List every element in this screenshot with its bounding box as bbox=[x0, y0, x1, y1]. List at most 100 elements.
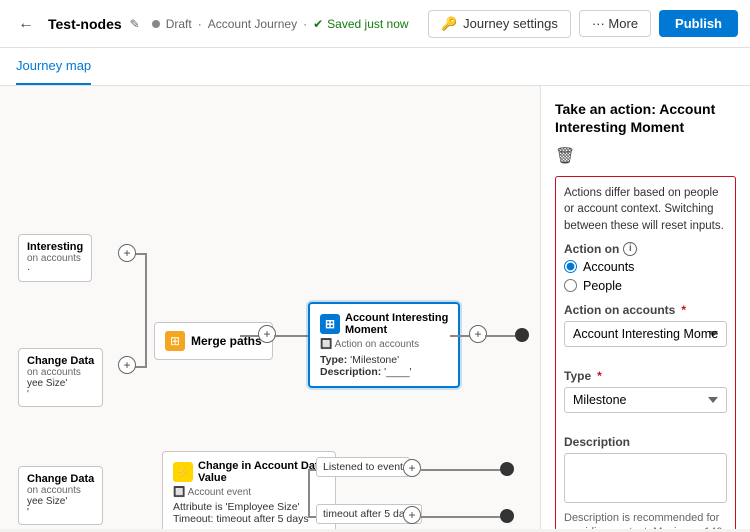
aim-icon-row: ⊞ Account Interesting Moment bbox=[320, 312, 448, 336]
type-required-star: * bbox=[597, 369, 602, 383]
breadcrumb-journey[interactable]: Account Journey bbox=[208, 17, 297, 31]
change-data-2-attr2: ' bbox=[27, 507, 94, 518]
breadcrumb: Draft · Account Journey · ✔ Saved just n… bbox=[152, 17, 409, 31]
settings-key-icon: 🔑 bbox=[441, 16, 457, 32]
type-section: Type * Milestone bbox=[564, 369, 727, 425]
aim-type: Type: 'Milestone' bbox=[320, 354, 448, 366]
action-on-label: Action on i bbox=[564, 242, 727, 256]
change-event-icon-row: ⚡ Change in Account Data Value bbox=[173, 460, 325, 484]
interesting-node: Interesting on accounts · bbox=[18, 234, 92, 282]
change-data-1-title: Change Data bbox=[27, 355, 94, 367]
warning-text: Actions differ based on people or accoun… bbox=[564, 185, 727, 233]
change-event-title2: Value bbox=[198, 472, 325, 484]
warning-box: Actions differ based on people or accoun… bbox=[555, 176, 736, 529]
info-icon[interactable]: i bbox=[623, 242, 637, 256]
plus-btn-top[interactable]: + bbox=[118, 244, 136, 262]
change-data-1-attr: yee Size' bbox=[27, 378, 94, 389]
change-timeout: Timeout: timeout after 5 days bbox=[173, 513, 325, 525]
action-on-accounts-section: Action on accounts * Account Interesting… bbox=[564, 303, 727, 359]
line-to-end bbox=[485, 335, 515, 337]
action-on-accounts-select[interactable]: Account Interesting Moment bbox=[564, 321, 727, 347]
edit-icon[interactable]: ✎ bbox=[130, 17, 140, 31]
line-timeout-end bbox=[420, 516, 500, 518]
settings-label: Journey settings bbox=[463, 16, 558, 31]
accounts-label: Accounts bbox=[583, 260, 634, 274]
plus-btn-listened[interactable]: + bbox=[403, 459, 421, 477]
change-event-sub: 🔲 Account event bbox=[173, 487, 325, 498]
app-title: Test-nodes bbox=[48, 16, 122, 32]
merge-icon: ⊞ bbox=[165, 331, 185, 351]
plus-btn-timeout[interactable]: + bbox=[403, 506, 421, 524]
required-star: * bbox=[681, 303, 686, 317]
line-merge-aim bbox=[274, 335, 310, 337]
change-event-title-block: Change in Account Data Value bbox=[198, 460, 325, 484]
delete-button[interactable]: 🗑 bbox=[555, 146, 575, 166]
end-dot-listened bbox=[500, 462, 514, 476]
topbar-right: 🔑 Journey settings ··· More Publish bbox=[428, 10, 738, 38]
main-area: Interesting on accounts · Change Data on… bbox=[0, 86, 750, 529]
saved-indicator: ✔ Saved just now bbox=[313, 17, 408, 31]
aim-desc: Description: '____' bbox=[320, 366, 448, 378]
aim-node[interactable]: ⊞ Account Interesting Moment 🔲 Action on… bbox=[308, 302, 460, 388]
listened-label: Listened to event bbox=[316, 457, 410, 477]
change-event-title: Change in Account Data bbox=[198, 460, 325, 472]
end-dot-timeout bbox=[500, 509, 514, 523]
separator2: · bbox=[303, 17, 307, 31]
merge-paths-node[interactable]: ⊞ Merge paths bbox=[154, 322, 273, 360]
aim-title: Account Interesting bbox=[345, 312, 448, 324]
line-split-vert bbox=[308, 469, 310, 518]
status-dot bbox=[152, 20, 160, 28]
tab-journey-map[interactable]: Journey map bbox=[16, 48, 91, 85]
radio-group: Accounts People bbox=[564, 260, 727, 293]
change-attr: Attribute is 'Employee Size' bbox=[173, 501, 325, 513]
topbar-left: ← Test-nodes ✎ Draft · Account Journey ·… bbox=[12, 10, 428, 38]
change-data-2-title: Change Data bbox=[27, 473, 94, 485]
line-merge-plus bbox=[240, 335, 260, 337]
aim-subtitle: 🔲 Action on accounts bbox=[320, 339, 448, 350]
description-section: Description Description is recommended f… bbox=[564, 435, 727, 529]
line-vert-bottom1 bbox=[145, 335, 147, 368]
type-label: Type * bbox=[564, 369, 727, 383]
change-data-2-node: Change Data on accounts yee Size' ' bbox=[18, 466, 103, 525]
more-button[interactable]: ··· More bbox=[579, 10, 651, 37]
canvas: Interesting on accounts · Change Data on… bbox=[0, 86, 540, 529]
right-panel: Take an action: Account Interesting Mome… bbox=[540, 86, 750, 529]
type-select[interactable]: Milestone bbox=[564, 387, 727, 413]
separator: · bbox=[198, 17, 202, 31]
line-after-aim bbox=[450, 335, 470, 337]
line-listened-end bbox=[420, 469, 500, 471]
people-label: People bbox=[583, 279, 622, 293]
end-dot-1 bbox=[515, 328, 529, 342]
interesting-sub: on accounts bbox=[27, 253, 83, 264]
plus-btn-after-aim[interactable]: + bbox=[469, 325, 487, 343]
line-vert-top bbox=[145, 253, 147, 335]
back-button[interactable]: ← bbox=[12, 10, 40, 38]
aim-icon: ⊞ bbox=[320, 314, 340, 334]
check-icon: ✔ bbox=[313, 17, 323, 31]
description-input[interactable] bbox=[564, 453, 727, 503]
panel-title: Take an action: Account Interesting Mome… bbox=[555, 100, 736, 136]
aim-title-block: Account Interesting Moment bbox=[345, 312, 448, 336]
interesting-attr: · bbox=[27, 264, 83, 275]
change-data-1-attr2: ' bbox=[27, 389, 94, 400]
topbar: ← Test-nodes ✎ Draft · Account Journey ·… bbox=[0, 0, 750, 48]
nav-tabs: Journey map bbox=[0, 48, 750, 86]
publish-button[interactable]: Publish bbox=[659, 10, 738, 37]
radio-accounts-input[interactable] bbox=[564, 260, 577, 273]
interesting-title: Interesting bbox=[27, 241, 83, 253]
description-label: Description bbox=[564, 435, 727, 449]
description-hint: Description is recommended for providing… bbox=[564, 511, 727, 529]
radio-people[interactable]: People bbox=[564, 279, 727, 293]
action-on-accounts-label: Action on accounts * bbox=[564, 303, 727, 317]
change-data-2-attr: yee Size' bbox=[27, 496, 94, 507]
change-data-2-sub: on accounts bbox=[27, 485, 94, 496]
change-data-1-sub: on accounts bbox=[27, 367, 94, 378]
plus-btn-bottom[interactable]: + bbox=[118, 356, 136, 374]
radio-people-input[interactable] bbox=[564, 279, 577, 292]
aim-title2: Moment bbox=[345, 324, 448, 336]
radio-accounts[interactable]: Accounts bbox=[564, 260, 727, 274]
saved-label: Saved just now bbox=[327, 17, 408, 31]
change-data-1-node: Change Data on accounts yee Size' ' bbox=[18, 348, 103, 407]
plus-btn-merge[interactable]: + bbox=[258, 325, 276, 343]
journey-settings-button[interactable]: 🔑 Journey settings bbox=[428, 10, 571, 38]
